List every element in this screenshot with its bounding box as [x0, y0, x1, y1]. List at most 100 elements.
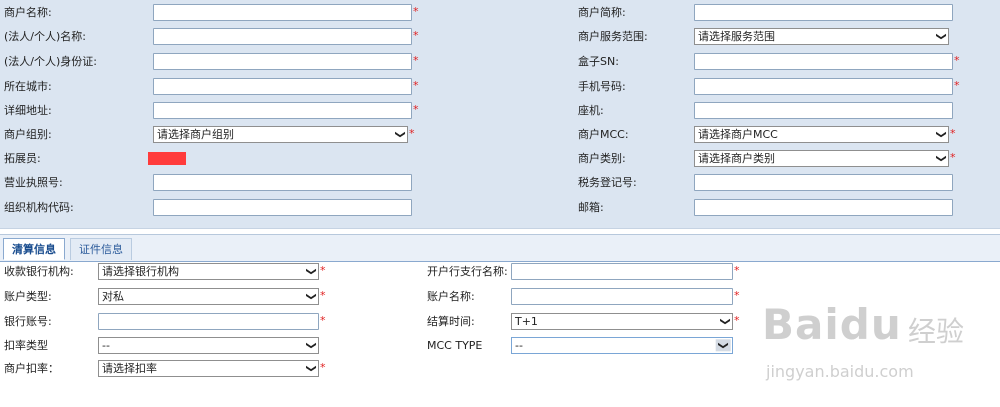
legal-id-input[interactable]: [153, 53, 412, 70]
account-name-input[interactable]: [511, 288, 733, 305]
select-value: 请选择扣率: [102, 362, 157, 375]
org-code-input[interactable]: [153, 199, 412, 216]
merchant-group-select[interactable]: 请选择商户组别 ❯: [153, 126, 408, 143]
field-label: (法人/个人)名称:: [4, 30, 86, 43]
settlement-time-select[interactable]: T+1 ❯: [511, 313, 733, 330]
watermark-cn: 经验: [908, 315, 965, 348]
field-merchant-group: 商户组别: 请选择商户组别 ❯ *: [0, 125, 430, 145]
field-label: 邮箱:: [578, 201, 604, 214]
service-scope-select[interactable]: 请选择服务范围 ❯: [694, 28, 949, 45]
field-landline: 座机:: [574, 101, 1000, 121]
field-label: 商户简称:: [578, 6, 626, 19]
chevron-down-icon: ❯: [935, 32, 947, 41]
field-label: 商户MCC:: [578, 128, 629, 141]
mcc-type-select[interactable]: -- ❯: [511, 337, 733, 354]
select-value: 请选择商户MCC: [698, 128, 778, 141]
required-mark: *: [950, 151, 956, 164]
field-label: 收款银行机构:: [4, 265, 74, 278]
city-input[interactable]: [153, 78, 412, 95]
field-merchant-category: 商户类别: 请选择商户类别 ❯ *: [574, 149, 1000, 169]
field-email: 邮箱:: [574, 198, 1000, 218]
email-input[interactable]: [694, 199, 953, 216]
required-mark: *: [413, 103, 419, 116]
field-label: 商户服务范围:: [578, 30, 648, 43]
field-label: 盒子SN:: [578, 55, 619, 68]
field-rate-type: 扣率类型 -- ❯: [0, 336, 420, 356]
field-legal-id: (法人/个人)身份证: *: [0, 52, 430, 72]
chevron-down-icon: ❯: [305, 341, 317, 350]
field-label: 商户组别:: [4, 128, 52, 141]
chevron-down-icon: ❯: [935, 130, 947, 139]
field-receiving-bank: 收款银行机构: 请选择银行机构 ❯ *: [0, 262, 420, 282]
box-sn-input[interactable]: [694, 53, 953, 70]
field-merchant-rate: 商户扣率： 请选择扣率 ❯ *: [0, 359, 420, 379]
receiving-bank-select[interactable]: 请选择银行机构 ❯: [98, 263, 319, 280]
field-label: 开户行支行名称:: [427, 265, 508, 278]
field-label: 结算时间:: [427, 315, 475, 328]
field-account-name: 账户名称: *: [425, 287, 755, 307]
select-value: 请选择服务范围: [698, 30, 775, 43]
branch-name-input[interactable]: [511, 263, 733, 280]
tax-registration-input[interactable]: [694, 174, 953, 191]
field-label: 营业执照号:: [4, 176, 63, 189]
rate-type-select[interactable]: -- ❯: [98, 337, 319, 354]
tab-bar: 清算信息 证件信息: [0, 234, 1000, 262]
field-label: 商户类别:: [578, 152, 626, 165]
merchant-short-name-input[interactable]: [694, 4, 953, 21]
tab-settlement-info[interactable]: 清算信息: [3, 238, 65, 260]
field-box-sn: 盒子SN: *: [574, 52, 1000, 72]
field-tax-registration: 税务登记号:: [574, 173, 1000, 193]
field-label: 扣率类型: [4, 339, 48, 352]
select-value: 请选择商户组别: [157, 128, 234, 141]
salesperson-redacted: [148, 152, 186, 165]
field-label: 详细地址:: [4, 104, 52, 117]
required-mark: *: [320, 264, 326, 277]
required-mark: *: [409, 127, 415, 140]
required-mark: *: [734, 314, 740, 327]
required-mark: *: [320, 361, 326, 374]
merchant-name-input[interactable]: [153, 4, 412, 21]
legal-name-input[interactable]: [153, 28, 412, 45]
business-license-input[interactable]: [153, 174, 412, 191]
merchant-rate-select[interactable]: 请选择扣率 ❯: [98, 360, 319, 377]
field-mobile: 手机号码: *: [574, 77, 1000, 97]
address-input[interactable]: [153, 102, 412, 119]
field-label: 商户扣率：: [4, 362, 59, 375]
field-label: 座机:: [578, 104, 604, 117]
required-mark: *: [413, 5, 419, 18]
tab-certificate-info[interactable]: 证件信息: [70, 238, 132, 260]
field-label: 组织机构代码:: [4, 201, 74, 214]
field-address: 详细地址: *: [0, 101, 430, 121]
select-value: 对私: [102, 290, 124, 303]
select-value: --: [515, 339, 523, 352]
merchant-mcc-select[interactable]: 请选择商户MCC ❯: [694, 126, 949, 143]
required-mark: *: [320, 314, 326, 327]
field-label: MCC TYPE: [427, 339, 483, 352]
landline-input[interactable]: [694, 102, 953, 119]
merchant-category-select[interactable]: 请选择商户类别 ❯: [694, 150, 949, 167]
required-mark: *: [413, 54, 419, 67]
select-value: 请选择银行机构: [102, 265, 179, 278]
chevron-down-icon: ❯: [305, 292, 317, 301]
account-type-select[interactable]: 对私 ❯: [98, 288, 319, 305]
watermark-url: jingyan.baidu.com: [766, 362, 914, 381]
field-legal-name: (法人/个人)名称: *: [0, 27, 430, 47]
chevron-down-icon: ❯: [394, 130, 406, 139]
chevron-down-icon: ❯: [715, 339, 731, 352]
bank-account-input[interactable]: [98, 313, 319, 330]
watermark-brand: Baidu: [762, 300, 902, 349]
field-city: 所在城市: *: [0, 77, 430, 97]
field-salesperson: 拓展员:: [0, 149, 430, 169]
field-org-code: 组织机构代码:: [0, 198, 430, 218]
chevron-down-icon: ❯: [305, 267, 317, 276]
mobile-input[interactable]: [694, 78, 953, 95]
field-label: (法人/个人)身份证:: [4, 55, 97, 68]
field-label: 税务登记号:: [578, 176, 637, 189]
required-mark: *: [320, 289, 326, 302]
select-value: T+1: [515, 315, 538, 328]
merchant-info-panel: 商户名称: * (法人/个人)名称: * (法人/个人)身份证: * 所在城市:…: [0, 0, 1000, 229]
field-branch-name: 开户行支行名称: *: [425, 262, 755, 282]
chevron-down-icon: ❯: [719, 317, 731, 326]
required-mark: *: [413, 29, 419, 42]
field-business-license: 营业执照号:: [0, 173, 430, 193]
